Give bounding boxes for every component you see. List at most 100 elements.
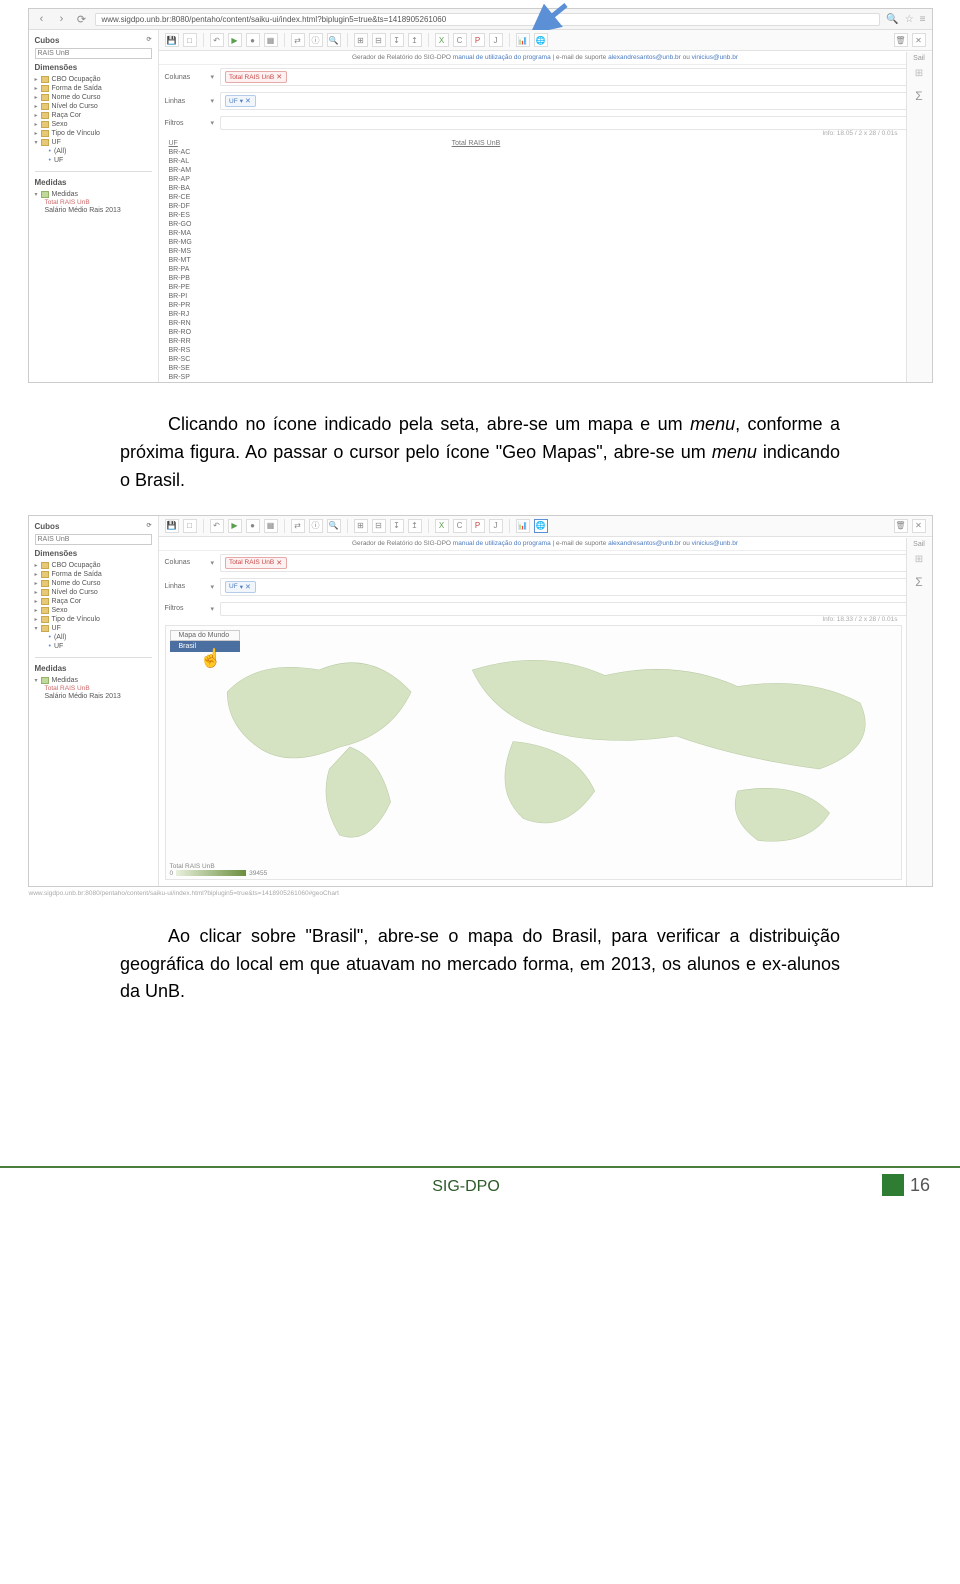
measures-folder[interactable]: ▾Medidas [35, 676, 152, 685]
manual-link[interactable]: manual de utilização do programa [453, 540, 551, 547]
dimension-item[interactable]: ▸CBO Ocupação [35, 75, 152, 84]
email-link-1[interactable]: alexandresantos@unb.br [608, 54, 681, 61]
swap-icon[interactable]: ⇄ [291, 519, 305, 533]
dimension-item[interactable]: ▸Nome do Curso [35, 93, 152, 102]
dimension-item[interactable]: ▸Nome do Curso [35, 579, 152, 588]
cube-select[interactable]: RAIS UnB [35, 534, 152, 545]
sort2-icon[interactable]: ↥ [408, 33, 422, 47]
dimension-item[interactable]: ▸Sexo [35, 606, 152, 615]
sort-icon[interactable]: ↧ [390, 519, 404, 533]
measures-folder[interactable]: ▾Medidas [35, 190, 152, 199]
dimension-item[interactable]: ▾UF [35, 624, 152, 633]
drill2-icon[interactable]: ⊟ [372, 33, 386, 47]
measure-salario[interactable]: Salário Médio Rais 2013 [35, 206, 152, 215]
dimension-child[interactable]: •(All) [35, 147, 152, 156]
chart-icon[interactable]: 📊 [516, 33, 530, 47]
chevron-down-icon[interactable]: ▾ [211, 119, 215, 127]
export-csv-icon[interactable]: C [453, 519, 467, 533]
chevron-down-icon[interactable]: ▾ [211, 73, 215, 81]
dimension-item[interactable]: ▸Nível do Curso [35, 102, 152, 111]
rows-axis-drop[interactable]: UF▾✕ [220, 578, 925, 596]
email-link-1[interactable]: alexandresantos@unb.br [608, 540, 681, 547]
dimension-item[interactable]: ▸Tipo de Vínculo [35, 615, 152, 624]
run-icon[interactable]: ▶ [228, 33, 242, 47]
filters-axis-drop[interactable] [220, 602, 925, 616]
chart-icon[interactable]: 📊 [516, 519, 530, 533]
geo-map[interactable]: Mapa do Mundo Brasil ☝ Total RAIS UnB 03… [165, 625, 902, 880]
columns-axis-drop[interactable]: Total RAIS UnB✕ [220, 554, 925, 572]
menu-icon[interactable]: ≡ [920, 14, 926, 25]
zoom-icon[interactable]: 🔍 [327, 33, 341, 47]
star-icon[interactable]: ☆ [905, 14, 914, 25]
export-json-icon[interactable]: J [489, 519, 503, 533]
undo-icon[interactable]: ↶ [210, 33, 224, 47]
dimension-item[interactable]: ▸Forma de Saída [35, 570, 152, 579]
dimension-child[interactable]: •UF [35, 156, 152, 165]
chevron-down-icon[interactable]: ▾ [211, 559, 215, 567]
dimension-item[interactable]: ▸Sexo [35, 120, 152, 129]
zoom-icon[interactable]: 🔍 [327, 519, 341, 533]
forward-icon[interactable]: › [55, 12, 69, 26]
url-field[interactable]: www.sigdpo.unb.br:8080/pentaho/content/s… [95, 13, 881, 26]
trash-icon[interactable]: 🗑 [894, 519, 908, 533]
info-icon[interactable]: ⓘ [309, 519, 323, 533]
drill2-icon[interactable]: ⊟ [372, 519, 386, 533]
refresh-icon[interactable]: ⟳ [146, 36, 151, 45]
new-icon[interactable]: □ [183, 519, 197, 533]
sigma-icon[interactable]: Σ [907, 89, 932, 103]
columns-axis-drop[interactable]: Total RAIS UnB✕ [220, 68, 925, 86]
manual-link[interactable]: manual de utilização do programa [453, 54, 551, 61]
drill-icon[interactable]: ⊞ [354, 33, 368, 47]
dimension-item[interactable]: ▸Raça Cor [35, 597, 152, 606]
map-menu-world[interactable]: Mapa do Mundo [170, 630, 240, 641]
swap-icon[interactable]: ⇄ [291, 33, 305, 47]
dimension-item[interactable]: ▸Raça Cor [35, 111, 152, 120]
chevron-down-icon[interactable]: ▾ [211, 583, 215, 591]
trash-icon[interactable]: 🗑 [894, 33, 908, 47]
rows-axis-drop[interactable]: UF▾✕ [220, 92, 925, 110]
export-json-icon[interactable]: J [489, 33, 503, 47]
email-link-2[interactable]: vinicius@unb.br [692, 54, 738, 61]
chevron-down-icon[interactable]: ▾ [211, 605, 215, 613]
reload-icon[interactable]: ⟳ [75, 12, 89, 26]
geo-map-icon[interactable]: 🌐 [534, 33, 548, 47]
back-icon[interactable]: ‹ [35, 12, 49, 26]
sort-icon[interactable]: ↧ [390, 33, 404, 47]
refresh-icon[interactable]: ⟳ [146, 522, 151, 531]
auto-icon[interactable]: ● [246, 519, 260, 533]
save-icon[interactable]: 💾 [165, 33, 179, 47]
dimension-child[interactable]: •(All) [35, 633, 152, 642]
close-icon[interactable]: ✕ [912, 33, 926, 47]
dimension-item[interactable]: ▸CBO Ocupação [35, 561, 152, 570]
hide-icon[interactable]: ▦ [264, 33, 278, 47]
drill-icon[interactable]: ⊞ [354, 519, 368, 533]
dimension-child[interactable]: •UF [35, 642, 152, 651]
email-link-2[interactable]: vinicius@unb.br [692, 540, 738, 547]
export-pdf-icon[interactable]: P [471, 519, 485, 533]
save-icon[interactable]: 💾 [165, 519, 179, 533]
sort2-icon[interactable]: ↥ [408, 519, 422, 533]
cube-select[interactable]: RAIS UnB [35, 48, 152, 59]
new-icon[interactable]: □ [183, 33, 197, 47]
chevron-down-icon[interactable]: ▾ [211, 97, 215, 105]
geo-map-icon[interactable]: 🌐 [534, 519, 548, 533]
export-xls-icon[interactable]: X [435, 519, 449, 533]
dimension-item[interactable]: ▸Tipo de Vínculo [35, 129, 152, 138]
hide-icon[interactable]: ▦ [264, 519, 278, 533]
close-icon[interactable]: ✕ [912, 519, 926, 533]
sigma-icon[interactable]: Σ [907, 575, 932, 589]
auto-icon[interactable]: ● [246, 33, 260, 47]
measure-salario[interactable]: Salário Médio Rais 2013 [35, 692, 152, 701]
filters-axis-drop[interactable] [220, 116, 925, 130]
export-pdf-icon[interactable]: P [471, 33, 485, 47]
export-csv-icon[interactable]: C [453, 33, 467, 47]
undo-icon[interactable]: ↶ [210, 519, 224, 533]
dimension-item[interactable]: ▾UF [35, 138, 152, 147]
search-icon[interactable]: 🔍 [886, 14, 898, 25]
export-xls-icon[interactable]: X [435, 33, 449, 47]
run-icon[interactable]: ▶ [228, 519, 242, 533]
dimension-item[interactable]: ▸Nível do Curso [35, 588, 152, 597]
measure-total-rais[interactable]: Total RAIS UnB [35, 685, 152, 692]
dimension-item[interactable]: ▸Forma de Saída [35, 84, 152, 93]
info-icon[interactable]: ⓘ [309, 33, 323, 47]
